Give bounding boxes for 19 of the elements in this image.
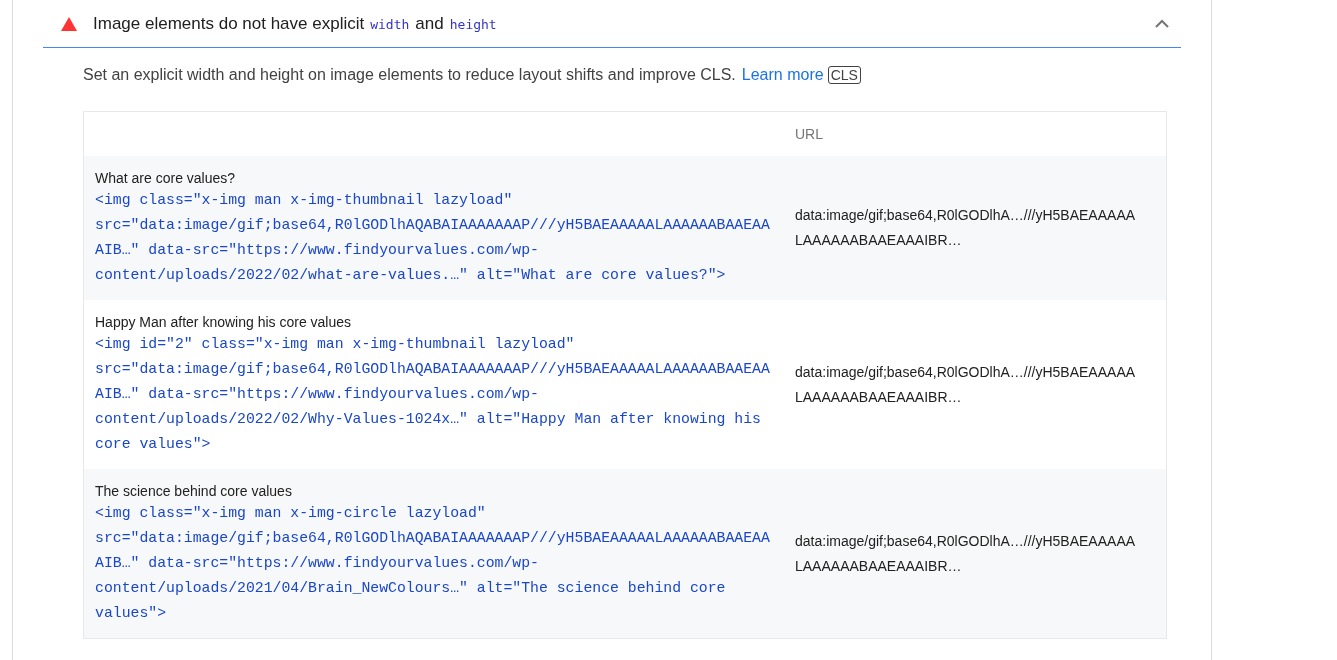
learn-more-link[interactable]: Learn more [741, 63, 824, 87]
audit-description: Set an explicit width and height on image elements to reduce layout shifts and improve CLS. [83, 65, 736, 85]
url-cell-text: data:image/gif;base64,R0lGODlhA…///yH5BAEAAAAALAAAAAABAAEAAAIBR… [794, 206, 1137, 250]
chevron-up-icon [1155, 19, 1169, 28]
metric-tag: CLS [827, 66, 861, 84]
audit-header[interactable]: Image elements do not have explicit width and height [43, 0, 1181, 48]
audit-title: and [415, 12, 444, 35]
html-snippet: <img class="x-img man x-img-thumbnail lazyload" src="data:image/gif;base64,R0lGODlhAQABAIAAAAAAAP///yH5BAEAAAAALAAAAAABAAEAAAIB…" data-src="https://www.findyourvalues.com/wp-content/uploads/2022/02/what-are-values.…" alt="What are core values?"> [95, 191, 770, 285]
url-cell-text: data:image/gif;base64,R0lGODlhA…///yH5BAEAAAAALAAAAAABAAEAAAIBR… [794, 531, 1137, 576]
code-term: height [449, 15, 497, 34]
code-term: width [370, 15, 410, 34]
html-snippet: <img class="x-img man x-img-circle lazyload" src="data:image/gif;base64,R0lGODlhAQABAIAAAAAAAP///yH5BAEAAAAALAAAAAABAAEAAAIB…" data-src="https://www.findyourvalues.com/wp-content/uploads/2021/04/Brain_NewColours…" alt="The science behind core values"> [95, 504, 770, 623]
url-cell-text: data:image/gif;base64,R0lGODlhA…///yH5BAEAAAAALAAAAAABAAEAAAIBR… [794, 362, 1137, 407]
element-label: The science behind core values [95, 482, 293, 501]
element-label: What are core values? [95, 169, 237, 188]
column-header: URL [794, 124, 824, 144]
html-snippet: <img id="2" class="x-img man x-img-thumbnail lazyload" src="data:image/gif;base64,R0lGODlhAQABAIAAAAAAAP///yH5BAEAAAAALAAAAAABAAEAAAIB…" data-src="https://www.findyourvalues.com/wp-content/uploads/2022/02/Why-Values-1024x…" alt="Happy Man after knowing his core values"> [95, 335, 770, 454]
audit-title: Image elements do not have explicit [93, 12, 365, 35]
element-label: Happy Man after knowing his core values [95, 313, 353, 332]
